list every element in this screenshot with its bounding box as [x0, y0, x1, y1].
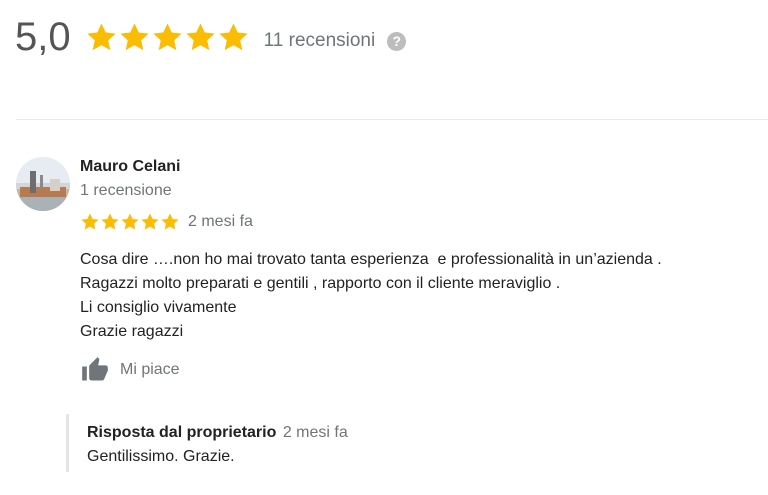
owner-reply-label: Risposta dal proprietario — [87, 424, 277, 441]
summary-stars — [85, 21, 250, 54]
star-icon — [185, 22, 215, 50]
star-icon — [81, 213, 99, 230]
star-icon — [119, 22, 149, 50]
owner-reply: Risposta dal proprietario 2 mesi fa Gent… — [66, 414, 687, 472]
star-icon — [141, 213, 159, 230]
divider — [16, 119, 768, 120]
star-icon — [152, 22, 182, 50]
like-button[interactable]: Mi piace — [80, 356, 180, 384]
star-icon — [218, 22, 248, 50]
owner-reply-text: Gentilissimo. Grazie. — [87, 448, 235, 465]
owner-reply-date: 2 mesi fa — [282, 424, 348, 441]
avatar-photo — [16, 157, 70, 211]
like-label: Mi piace — [120, 361, 180, 378]
review-count-link[interactable]: 11 recensioni — [264, 30, 376, 52]
avatar[interactable] — [16, 157, 70, 211]
rating-summary: 5,0 11 recensioni ? — [15, 10, 407, 64]
star-icon — [86, 22, 116, 50]
review-rating: 2 mesi fa — [80, 212, 253, 232]
star-icon — [161, 213, 179, 230]
thumbs-up-icon — [82, 357, 108, 381]
star-icon — [121, 213, 139, 230]
reviewer-review-count: 1 recensione — [80, 182, 172, 199]
question-icon[interactable]: ? — [387, 31, 407, 51]
average-score: 5,0 — [15, 14, 71, 59]
reviewer-name[interactable]: Mauro Celani — [80, 158, 180, 176]
review-date: 2 mesi fa — [188, 213, 253, 230]
star-icon — [101, 213, 119, 230]
review-text: Cosa dire ….non ho mai trovato tanta esp… — [80, 251, 662, 340]
